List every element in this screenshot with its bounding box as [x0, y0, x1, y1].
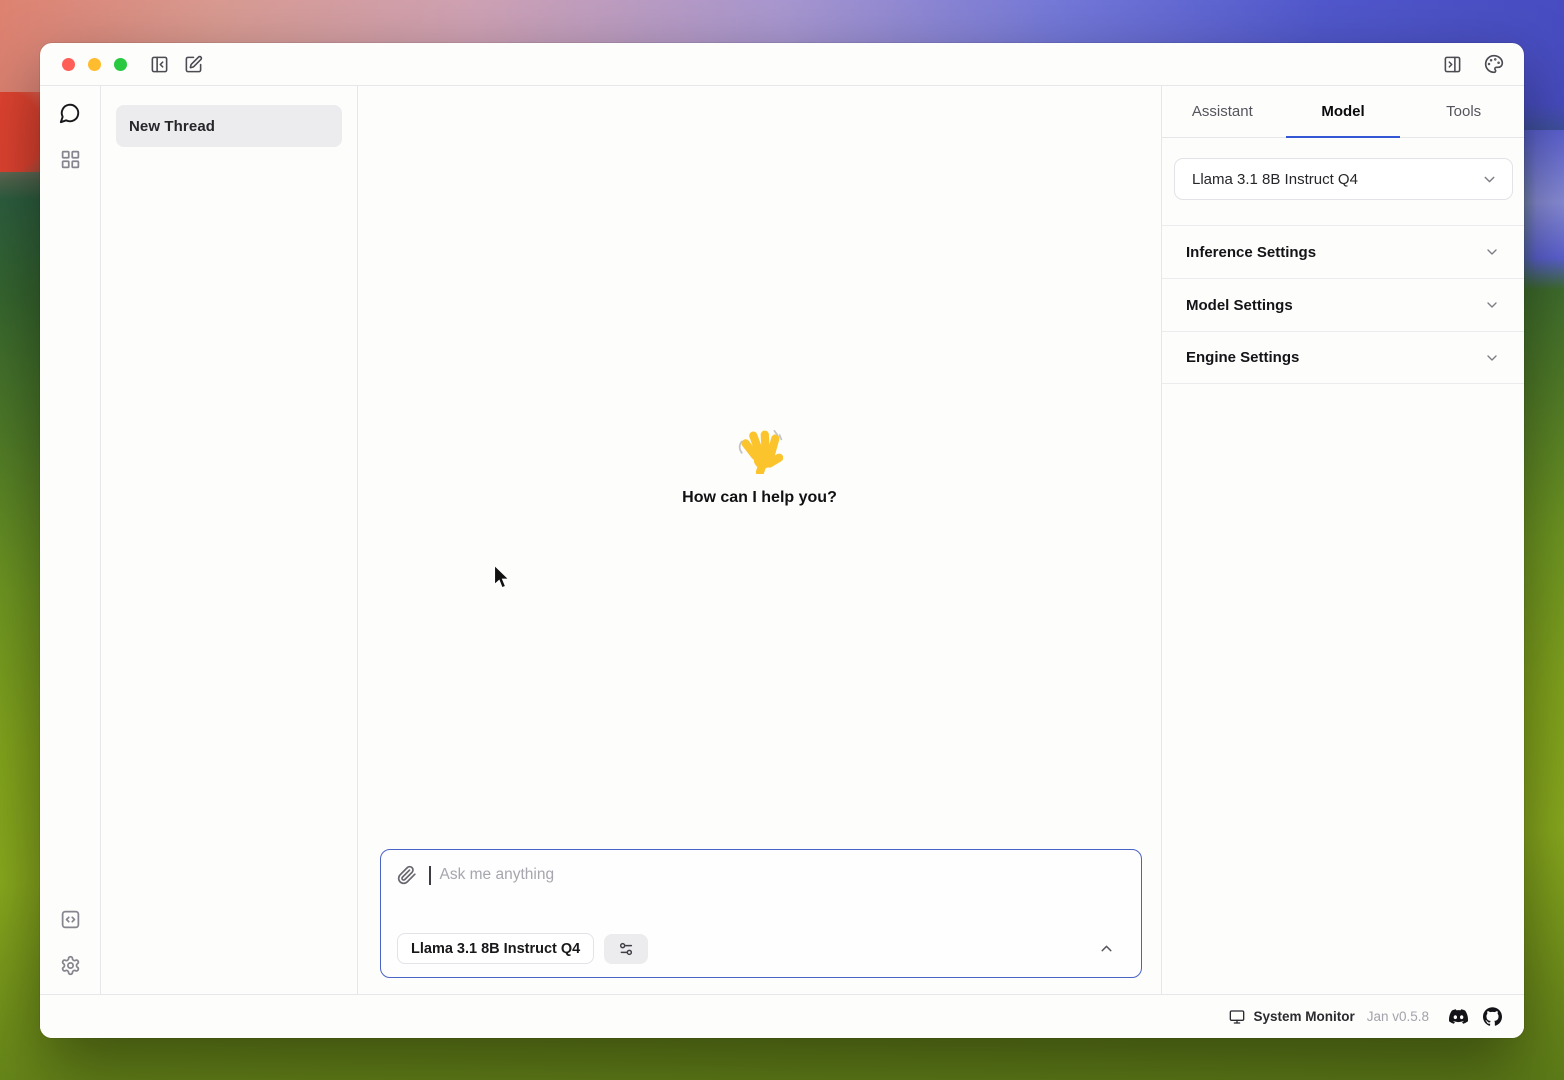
discord-icon[interactable] — [1449, 1007, 1468, 1026]
chat-main-area: How can I help you? Ask me anything Llam… — [358, 86, 1161, 994]
chevron-down-icon — [1484, 350, 1500, 366]
close-button[interactable] — [62, 58, 75, 71]
jan-app-window: New Thread — [40, 43, 1524, 1038]
github-icon[interactable] — [1483, 1007, 1502, 1026]
toggle-right-panel-icon[interactable] — [1443, 55, 1462, 74]
threads-nav-icon[interactable] — [59, 102, 81, 124]
section-model-settings[interactable]: Model Settings — [1162, 278, 1524, 331]
theme-palette-icon[interactable] — [1484, 54, 1504, 74]
tab-tools[interactable]: Tools — [1403, 86, 1524, 137]
system-monitor-label: System Monitor — [1253, 1009, 1354, 1024]
model-dropdown[interactable]: Llama 3.1 8B Instruct Q4 — [1174, 158, 1513, 200]
model-selector-button[interactable]: Llama 3.1 8B Instruct Q4 — [397, 933, 594, 964]
tab-assistant[interactable]: Assistant — [1162, 86, 1283, 137]
settings-sections: Inference Settings Model Settings Engine… — [1162, 225, 1524, 384]
traffic-lights — [62, 58, 127, 71]
right-settings-panel: Assistant Model Tools Llama 3.1 8B Instr… — [1161, 86, 1524, 994]
system-monitor-button[interactable]: System Monitor — [1229, 1009, 1354, 1025]
model-selector-label: Llama 3.1 8B Instruct Q4 — [411, 941, 580, 957]
new-thread-icon[interactable] — [184, 55, 203, 74]
greeting-text: How can I help you? — [682, 489, 837, 507]
chevron-down-icon — [1484, 297, 1500, 313]
waving-hand-emoji-icon — [737, 428, 783, 474]
empty-state: How can I help you? — [358, 86, 1161, 849]
right-panel-tabs: Assistant Model Tools — [1162, 86, 1524, 138]
section-inference-settings[interactable]: Inference Settings — [1162, 225, 1524, 278]
app-version: Jan v0.5.8 — [1367, 1009, 1429, 1024]
text-caret — [429, 866, 431, 885]
local-api-server-icon[interactable] — [60, 909, 81, 930]
settings-gear-icon[interactable] — [60, 955, 81, 976]
thread-title: New Thread — [129, 118, 215, 135]
section-engine-settings[interactable]: Engine Settings — [1162, 331, 1524, 384]
attach-paperclip-icon[interactable] — [397, 865, 417, 885]
thread-list: New Thread — [101, 86, 358, 994]
chat-input-placeholder[interactable]: Ask me anything — [440, 866, 555, 884]
sliders-icon — [618, 941, 634, 957]
hub-nav-icon[interactable] — [60, 149, 81, 170]
window-toolbar — [40, 43, 1524, 86]
monitor-icon — [1229, 1009, 1245, 1025]
status-bar: System Monitor Jan v0.5.8 — [40, 994, 1524, 1038]
collapse-input-chevron-icon[interactable] — [1098, 940, 1125, 957]
model-settings-sliders-button[interactable] — [604, 934, 648, 964]
minimize-button[interactable] — [88, 58, 101, 71]
tab-model[interactable]: Model — [1283, 86, 1404, 137]
left-icon-rail — [40, 86, 101, 994]
chat-input-box[interactable]: Ask me anything Llama 3.1 8B Instruct Q4 — [380, 849, 1142, 978]
thread-list-item[interactable]: New Thread — [116, 105, 342, 147]
zoom-button[interactable] — [114, 58, 127, 71]
toggle-left-panel-icon[interactable] — [150, 55, 169, 74]
model-dropdown-value: Llama 3.1 8B Instruct Q4 — [1192, 171, 1358, 188]
chevron-down-icon — [1481, 171, 1498, 188]
chevron-down-icon — [1484, 244, 1500, 260]
